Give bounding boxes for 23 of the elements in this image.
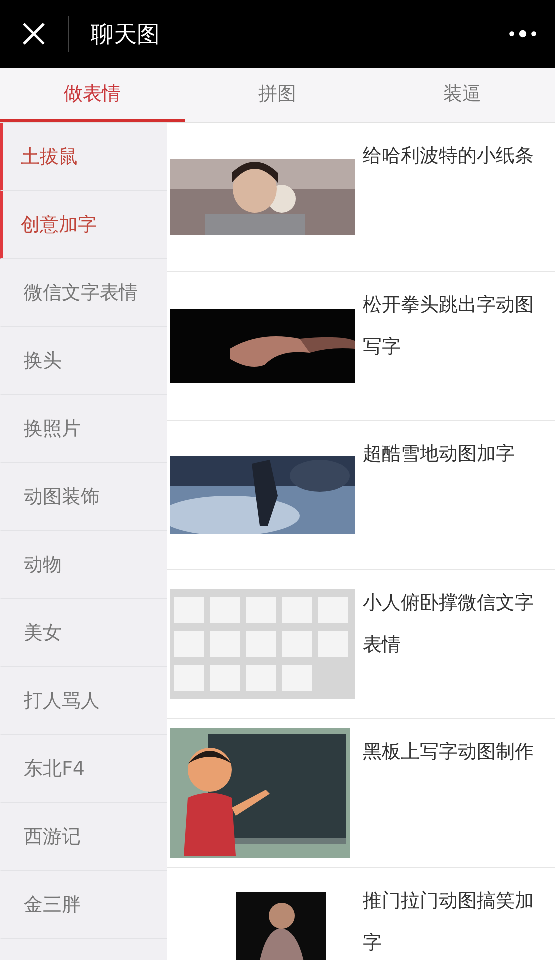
template-title[interactable]: 给哈利波特的小纸条	[363, 123, 543, 177]
sidebar-item[interactable]: 动图装饰	[0, 463, 167, 531]
sidebar-item[interactable]: 动物	[0, 531, 167, 599]
sidebar-item[interactable]: 金三胖	[0, 871, 167, 939]
sidebar-item[interactable]: 东北F4	[0, 735, 167, 803]
template-title[interactable]: 推门拉门动图搞笑加字	[363, 868, 543, 960]
template-title[interactable]: 松开拳头跳出字动图写字	[363, 272, 543, 368]
sidebar-item[interactable]: 美女	[0, 599, 167, 667]
page-title: 聊天图	[91, 20, 161, 50]
sidebar-item[interactable]: 西游记	[0, 803, 167, 871]
sidebar-item[interactable]: 换照片	[0, 395, 167, 463]
sidebar-item[interactable]: 创意加字	[0, 191, 167, 259]
sidebar-item[interactable]: 打人骂人	[0, 667, 167, 735]
template-title[interactable]: 黑板上写字动图制作	[363, 719, 543, 773]
template-title[interactable]: 小人俯卧撑微信文字表情	[363, 570, 543, 666]
more-icon[interactable]	[509, 30, 537, 38]
template-title[interactable]: 超酷雪地动图加字	[363, 421, 543, 475]
sidebar-item[interactable]: 土拔鼠	[0, 123, 167, 191]
close-icon[interactable]	[22, 22, 46, 46]
sidebar-item[interactable]: 换头	[0, 327, 167, 395]
tab[interactable]: 装逼	[370, 68, 555, 122]
tab[interactable]: 拼图	[185, 68, 370, 122]
sidebar-item[interactable]: 微信文字表情	[0, 259, 167, 327]
